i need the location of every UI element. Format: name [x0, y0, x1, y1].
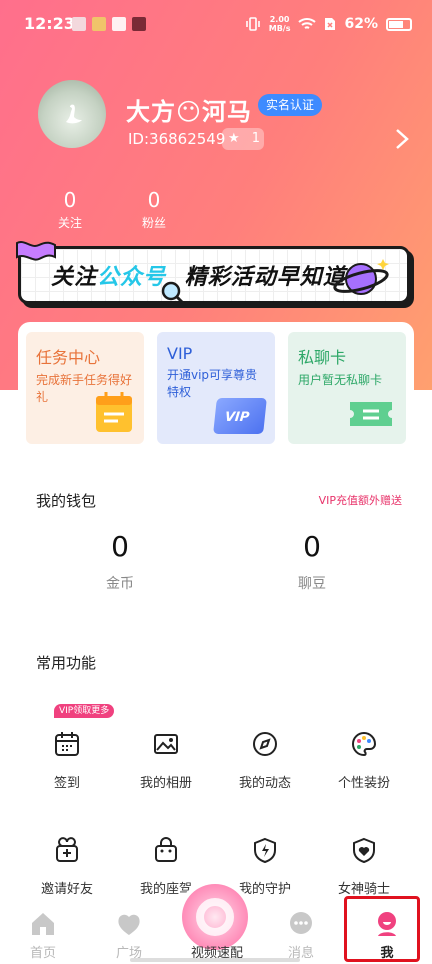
battery-percent: 62%	[344, 16, 378, 32]
verify-badge[interactable]: 实名认证	[258, 94, 323, 116]
private-chat-card[interactable]: 私聊卡 用户暂无私聊卡	[288, 332, 406, 444]
home-icon	[32, 913, 54, 935]
tab-messages[interactable]: 消息	[266, 910, 336, 961]
shield-heart-icon	[353, 837, 375, 864]
home-indicator[interactable]	[130, 958, 300, 962]
follow-official-account-banner[interactable]: 关注公众号 精彩活动早知道	[16, 241, 410, 307]
fans-label: 粉丝	[141, 216, 166, 230]
status-time: 12:23	[24, 14, 75, 33]
profile-nickname: 大方😶河马	[126, 98, 253, 126]
level-badge: ★ 1	[222, 128, 264, 150]
private-chat-title: 私聊卡	[298, 348, 347, 367]
ticket-icon	[350, 402, 392, 426]
following-label: 关注	[57, 216, 82, 230]
message-icon	[290, 912, 312, 934]
shield-bolt-icon	[254, 837, 276, 864]
chevron-right-icon[interactable]	[394, 128, 410, 150]
swan-image	[66, 104, 82, 124]
banner-text: 关注公众号 精彩活动早知道	[51, 265, 346, 290]
vip-card[interactable]: VIP 开通vip可享尊贵特权 VIP	[157, 332, 275, 444]
beans-item[interactable]: 0 聊豆	[272, 530, 352, 593]
task-center-card[interactable]: 任务中心 完成新手任务得好礼	[26, 332, 144, 444]
private-chat-desc: 用户暂无私聊卡	[298, 373, 383, 387]
goddess-knight-label: 女神骑士	[337, 882, 390, 897]
app-notification-icon	[92, 17, 106, 31]
network-speed: 2.00 MB/s	[268, 15, 291, 33]
notepad-icon	[96, 392, 132, 432]
square-icon	[118, 914, 140, 935]
star-icon: ★	[228, 131, 240, 146]
level-value: 1	[251, 131, 261, 146]
feature-cards: 任务中心 完成新手任务得好礼 VIP 开通vip可享尊贵特权 VIP 私聊卡 用…	[18, 322, 414, 452]
compass-icon	[253, 732, 277, 756]
coins-item[interactable]: 0 金币	[80, 530, 160, 593]
wifi-icon	[298, 18, 317, 29]
palette-icon	[352, 731, 377, 757]
calendar-icon	[55, 732, 79, 756]
tab-home[interactable]: 首页	[8, 910, 78, 961]
profile-user-id: ID:36862549	[128, 130, 226, 148]
no-sim-icon	[325, 18, 336, 30]
checkin-label: 签到	[53, 776, 80, 791]
following-stat[interactable]: 0 关注	[40, 188, 100, 231]
moments-button[interactable]: 我的动态	[220, 730, 310, 791]
beans-value: 0	[303, 530, 321, 563]
tab-square[interactable]: 广场	[94, 910, 164, 961]
invite-friends-label: 邀请好友	[40, 882, 93, 897]
app-notification-icon	[132, 17, 146, 31]
album-button[interactable]: 我的相册	[121, 730, 211, 791]
coins-label: 金币	[106, 576, 134, 592]
beans-label: 聊豆	[298, 576, 326, 592]
status-bar: 12:23 2.00 MB/s 62%	[0, 0, 432, 50]
album-label: 我的相册	[139, 776, 192, 791]
checkin-button[interactable]: 签到	[22, 730, 112, 791]
vip-more-tag: VIP领取更多	[54, 704, 115, 718]
fans-stat[interactable]: 0 粉丝	[124, 188, 184, 231]
coins-value: 0	[111, 530, 129, 563]
planet-icon	[333, 259, 389, 295]
vip-title: VIP	[167, 344, 193, 363]
invite-friends-button[interactable]: 邀请好友	[22, 836, 112, 897]
dress-up-button[interactable]: 个性装扮	[319, 730, 409, 791]
fans-count: 0	[147, 188, 161, 212]
wallet-title: 我的钱包	[36, 492, 97, 510]
vip-desc: 开通vip可享尊贵特权	[167, 368, 258, 399]
video-match-ring	[196, 898, 234, 936]
image-icon	[154, 734, 178, 754]
tab-home-label: 首页	[29, 946, 56, 961]
dress-up-label: 个性装扮	[337, 776, 390, 791]
vip-recharge-link[interactable]: VIP充值额外赠送	[319, 492, 402, 508]
following-count: 0	[63, 188, 77, 212]
vibrate-icon	[245, 17, 260, 31]
battery-icon	[386, 17, 412, 31]
avatar[interactable]	[38, 80, 106, 148]
moments-label: 我的动态	[238, 776, 291, 791]
task-center-title: 任务中心	[36, 348, 101, 367]
highlight-box	[344, 896, 420, 962]
mail-notification-icon	[112, 17, 126, 31]
gift-icon	[56, 837, 78, 862]
vip-card-icon: VIP	[213, 398, 267, 434]
magnifier-icon	[161, 281, 187, 307]
functions-title: 常用功能	[36, 654, 97, 672]
goddess-knight-button[interactable]: 女神骑士	[319, 836, 409, 897]
app-notification-icon	[72, 17, 86, 31]
bag-icon	[155, 837, 177, 862]
